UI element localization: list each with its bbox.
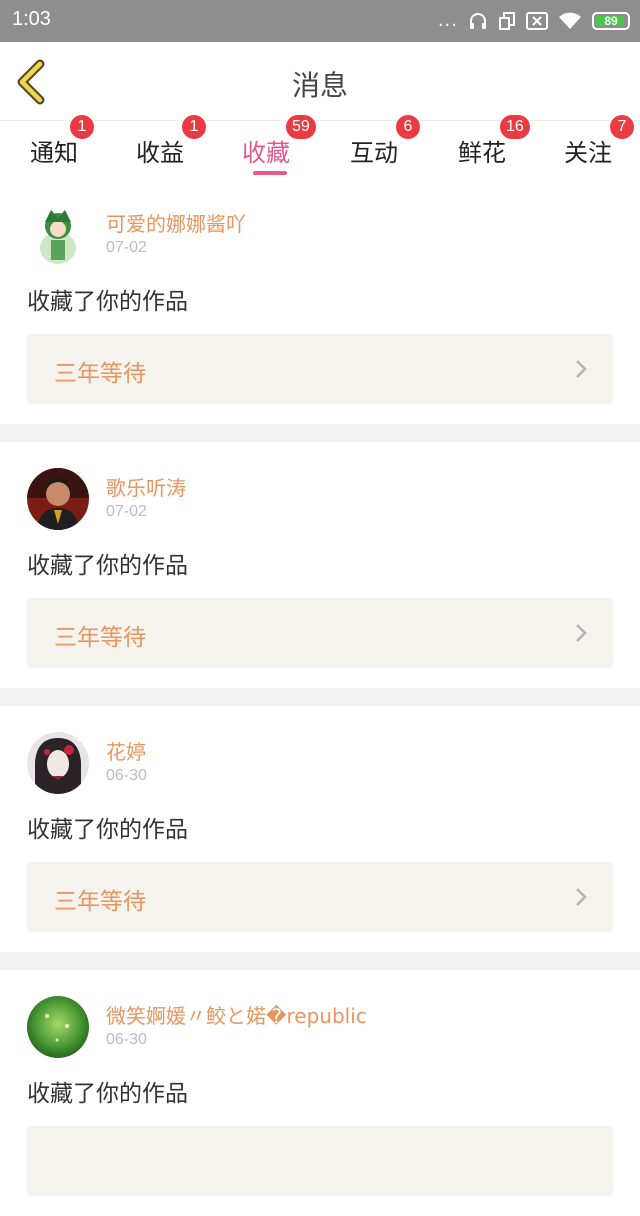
username[interactable]: 歌乐听涛 [106,472,186,501]
more-dots-icon: ... [437,10,458,31]
tab-label: 通知 [30,139,78,167]
tab-following[interactable]: 关注 7 [534,115,640,179]
message-date: 06-30 [106,1031,147,1048]
avatar[interactable] [27,468,89,530]
battery-level: 89 [604,14,618,28]
avatar[interactable] [27,732,89,794]
unread-badge: 1 [182,115,206,139]
work-title: 三年等待 [54,625,146,651]
chevron-right-icon [576,888,587,906]
no-sim-icon [526,12,548,30]
screen-copy-icon [499,12,515,30]
list-item: 可爱的娜娜酱吖 07-02 收藏了你的作品 三年等待 [0,178,640,424]
list-item: 微笑婀媛〃鲛と婼�republic 06-30 收藏了你的作品 [0,970,640,1216]
message-text: 收藏了你的作品 [27,289,188,315]
status-time: 1:03 [12,8,51,30]
work-link[interactable]: 三年等待 [27,862,613,932]
message-tabs: 通知 1 收益 1 收藏 59 互动 6 鲜花 16 关注 7 [0,115,640,179]
tab-interactions[interactable]: 互动 6 [320,115,428,179]
unread-badge: 1 [70,115,94,139]
message-text: 收藏了你的作品 [27,553,188,579]
divider [0,424,640,442]
username[interactable]: 微笑婀媛〃鲛と婼�republic [106,1000,367,1029]
active-tab-indicator [253,171,287,175]
avatar[interactable] [27,996,89,1058]
tab-favorites[interactable]: 收藏 59 [212,115,320,179]
unread-badge: 7 [610,115,634,139]
message-date: 07-02 [106,239,147,256]
message-list: 可爱的娜娜酱吖 07-02 收藏了你的作品 三年等待 歌乐听涛 07-02 收藏… [0,178,640,1216]
work-link[interactable]: 三年等待 [27,334,613,404]
message-text: 收藏了你的作品 [27,1081,188,1107]
divider [0,952,640,970]
status-icons: ... 89 [438,9,630,33]
message-text: 收藏了你的作品 [27,817,188,843]
wifi-icon [559,12,581,29]
work-link[interactable]: 三年等待 [27,598,613,668]
work-link[interactable] [27,1126,613,1196]
message-date: 07-02 [106,503,147,520]
username[interactable]: 可爱的娜娜酱吖 [106,208,246,237]
chevron-right-icon [576,360,587,378]
tab-flowers[interactable]: 鲜花 16 [428,115,536,179]
tab-earnings[interactable]: 收益 1 [106,115,214,179]
list-item: 花婷 06-30 收藏了你的作品 三年等待 [0,706,640,952]
message-date: 06-30 [106,767,147,784]
chevron-right-icon [576,624,587,642]
headset-icon [470,13,486,29]
divider [0,688,640,706]
unread-badge: 16 [500,115,530,139]
header-bar: 消息 [0,42,640,120]
list-item: 歌乐听涛 07-02 收藏了你的作品 三年等待 [0,442,640,688]
status-bar: 1:03 ... 89 [0,0,640,42]
work-title: 三年等待 [54,361,146,387]
avatar[interactable] [27,204,89,266]
page-title: 消息 [291,69,348,102]
tab-notifications[interactable]: 通知 1 [0,115,108,179]
battery-icon: 89 [592,12,630,30]
unread-badge: 59 [286,115,316,139]
work-title: 三年等待 [54,889,146,915]
username[interactable]: 花婷 [106,736,146,765]
unread-badge: 6 [396,115,420,139]
